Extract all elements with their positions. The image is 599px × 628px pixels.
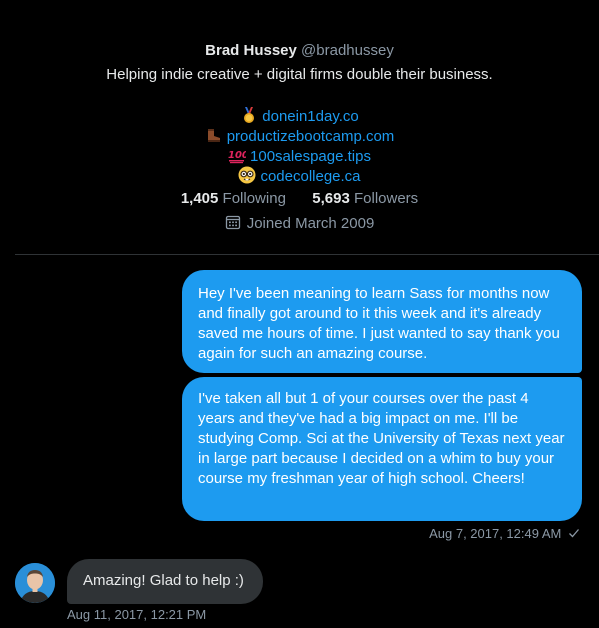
profile-bio: Helping indie creative + digital firms d… — [106, 66, 493, 83]
profile-link-row: codecollege.ca — [0, 166, 599, 186]
incoming-message[interactable]: Amazing! Glad to help :) — [67, 559, 263, 604]
outgoing-timestamp: Aug 7, 2017, 12:49 AM — [429, 526, 580, 541]
joined-text: Joined March 2009 — [246, 215, 375, 232]
outgoing-message[interactable]: I've taken all but 1 of your courses ove… — [182, 377, 582, 521]
outgoing-timestamp-text: Aug 7, 2017, 12:49 AM — [429, 526, 562, 541]
followers-stat[interactable]: 5,693 Followers — [312, 190, 418, 207]
joined-date: Joined March 2009 — [0, 214, 599, 232]
calendar-icon — [225, 215, 240, 230]
hundred-points-icon: 100 — [228, 150, 246, 164]
incoming-timestamp: Aug 11, 2017, 12:21 PM — [67, 607, 207, 622]
profile-handle[interactable]: @bradhussey — [301, 42, 394, 59]
avatar[interactable] — [15, 563, 55, 603]
profile-link-row: donein1day.co — [0, 106, 599, 126]
following-label: Following — [222, 190, 286, 207]
nerd-face-icon — [238, 166, 256, 184]
profile-stats: 1,405 Following 5,693 Followers — [0, 190, 599, 207]
profile-link[interactable]: productizebootcamp.com — [227, 128, 395, 145]
divider — [15, 254, 599, 255]
profile-name[interactable]: Brad Hussey — [205, 42, 297, 59]
profile-name-line: Brad Hussey @bradhussey — [0, 42, 599, 59]
profile-link[interactable]: codecollege.ca — [260, 168, 360, 185]
medal-icon — [244, 107, 255, 123]
profile-link-row: productizebootcamp.com — [0, 126, 599, 146]
profile-link-row: 100 100salespage.tips — [0, 146, 599, 166]
profile-links: donein1day.co productizebootcamp.com 100… — [0, 106, 599, 186]
profile-link[interactable]: 100salespage.tips — [250, 148, 371, 165]
followers-count: 5,693 — [312, 190, 350, 207]
following-stat[interactable]: 1,405 Following — [181, 190, 290, 207]
svg-text:100: 100 — [228, 150, 246, 161]
avatar-image — [15, 563, 55, 603]
boot-icon — [207, 129, 220, 142]
outgoing-message[interactable]: Hey I've been meaning to learn Sass for … — [182, 270, 582, 373]
followers-label: Followers — [353, 190, 419, 207]
sent-check-icon — [569, 529, 579, 538]
following-count: 1,405 — [180, 190, 219, 207]
profile-link[interactable]: donein1day.co — [262, 108, 358, 125]
